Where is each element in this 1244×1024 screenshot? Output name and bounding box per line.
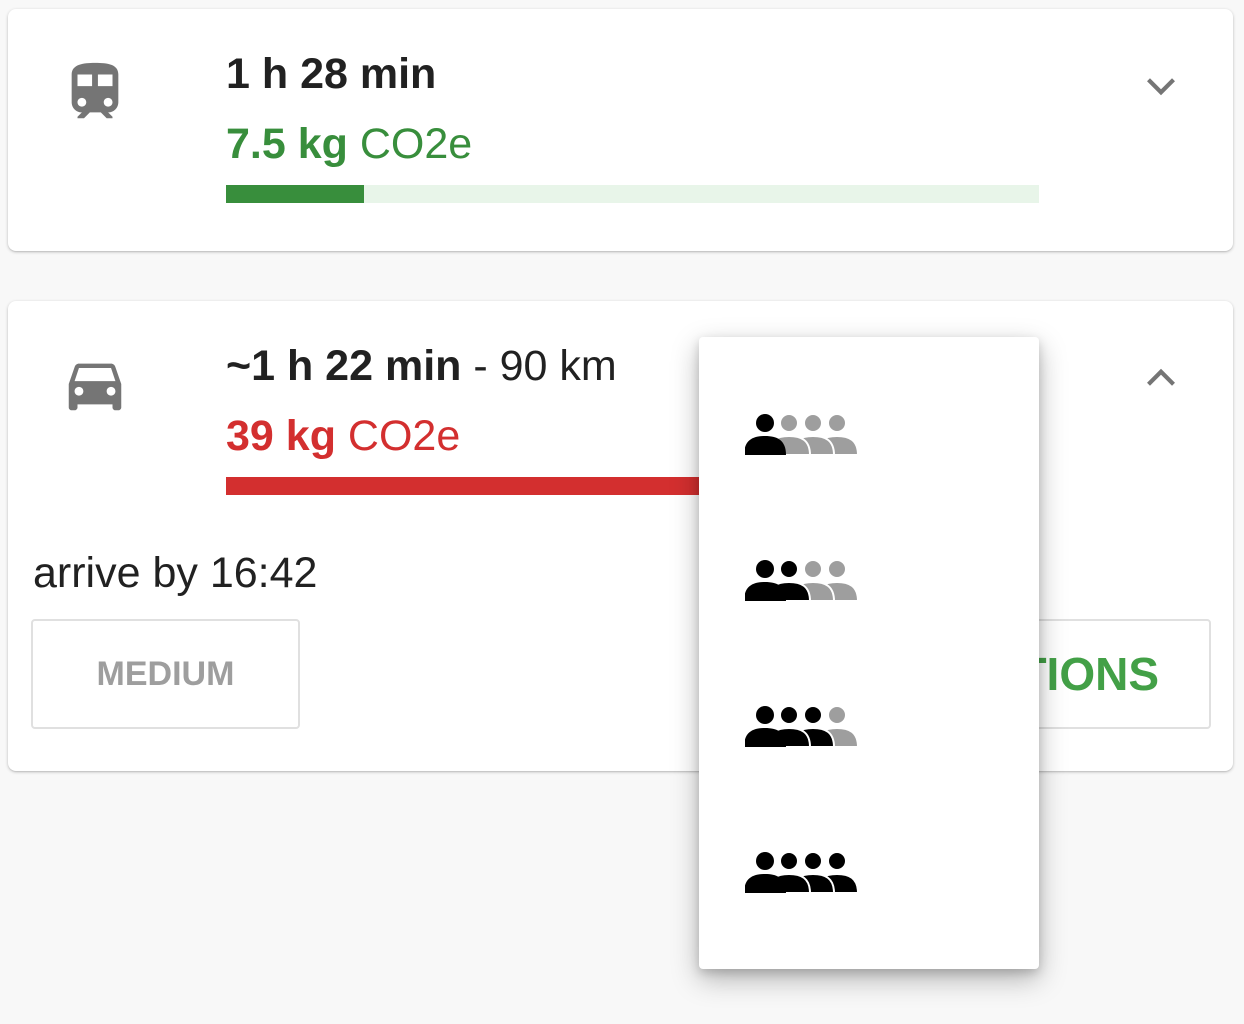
emission-amount: 7.5 kg <box>226 120 348 168</box>
emission-bar <box>226 185 1039 203</box>
passenger-count-menu <box>699 337 1039 969</box>
emission-bar-fill <box>226 185 365 203</box>
route-duration-line: 1 h 28 min <box>226 49 436 99</box>
duration-distance-separator: - <box>461 342 500 390</box>
route-distance: 90 km <box>499 342 617 390</box>
car-size-button[interactable]: MEDIUM <box>31 619 300 729</box>
passenger-option-4[interactable] <box>699 801 1039 947</box>
route-duration-line: ~1 h 22 min - 90 km <box>226 341 617 391</box>
route-duration: ~1 h 22 min <box>226 342 462 390</box>
route-card-train[interactable]: 1 h 28 min 7.5 kg CO2e <box>8 9 1233 251</box>
arrive-by-text: arrive by 16:42 <box>33 549 318 597</box>
passenger-option-1[interactable] <box>699 363 1039 509</box>
three-passengers-icon <box>745 705 860 748</box>
route-card-car[interactable]: ~1 h 22 min - 90 km 39 kg CO2e arrive by… <box>8 301 1233 771</box>
car-icon <box>68 363 122 411</box>
passenger-option-3[interactable] <box>699 655 1039 801</box>
chevron-up-icon[interactable] <box>1136 353 1186 403</box>
route-emission-line: 39 kg CO2e <box>226 411 460 461</box>
route-duration: 1 h 28 min <box>226 50 437 98</box>
emission-unit: CO2e <box>347 412 461 460</box>
emission-amount: 39 kg <box>226 412 336 460</box>
route-emission-line: 7.5 kg CO2e <box>226 119 472 169</box>
four-passengers-icon <box>745 851 860 894</box>
two-passengers-icon <box>745 559 860 602</box>
train-icon <box>71 62 119 119</box>
emission-unit: CO2e <box>359 120 473 168</box>
one-passenger-icon <box>745 413 860 456</box>
chevron-down-icon[interactable] <box>1136 61 1186 111</box>
passenger-option-2[interactable] <box>699 509 1039 655</box>
